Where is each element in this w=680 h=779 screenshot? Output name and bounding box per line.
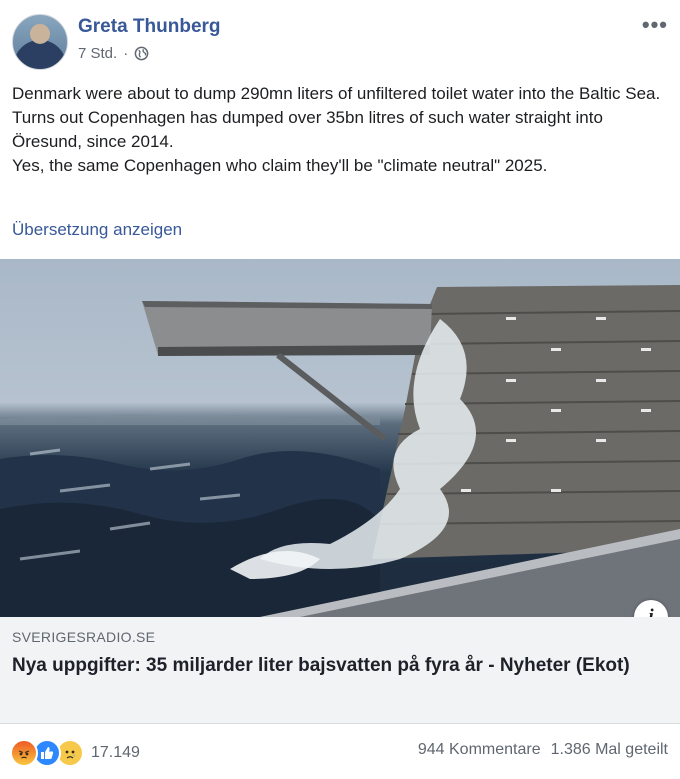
translate-link[interactable]: Übersetzung anzeigen — [12, 220, 182, 240]
post-text: Denmark were about to dump 290mn liters … — [12, 82, 662, 178]
photo-illustration — [0, 285, 680, 617]
post-text-line: Turns out Copenhagen has dumped over 35b… — [12, 108, 603, 151]
reactions-summary[interactable]: 17.149 — [10, 739, 140, 767]
post-text-line: Denmark were about to dump 290mn liters … — [12, 84, 661, 103]
link-domain: SVERIGESRADIO.SE — [12, 629, 156, 645]
post-footer: 17.149 944 Kommentare 1.386 Mal geteilt — [0, 724, 680, 779]
post-meta: 7 Std. · — [78, 45, 149, 62]
post-text-line: Yes, the same Copenhagen who claim they'… — [12, 156, 548, 175]
meta-separator: · — [123, 45, 129, 62]
reaction-count[interactable]: 17.149 — [91, 744, 140, 762]
angry-icon — [10, 739, 38, 767]
link-preview[interactable]: SVERIGESRADIO.SE Nya uppgifter: 35 milja… — [0, 617, 680, 724]
shares-count[interactable]: 1.386 Mal geteilt — [551, 741, 668, 759]
engagement-stats: 944 Kommentare 1.386 Mal geteilt — [418, 741, 668, 759]
comments-count[interactable]: 944 Kommentare — [418, 741, 541, 759]
post-time[interactable]: 7 Std. — [78, 45, 117, 62]
more-options-icon[interactable]: ••• — [642, 12, 668, 38]
harbour-photo[interactable] — [0, 259, 680, 617]
facebook-post: Greta Thunberg 7 Std. · ••• Denmark were… — [0, 0, 680, 779]
link-headline[interactable]: Nya uppgifter: 35 miljarder liter bajsva… — [12, 653, 662, 679]
author-name[interactable]: Greta Thunberg — [78, 16, 221, 38]
author-avatar[interactable] — [12, 14, 68, 70]
globe-icon[interactable] — [134, 46, 149, 61]
